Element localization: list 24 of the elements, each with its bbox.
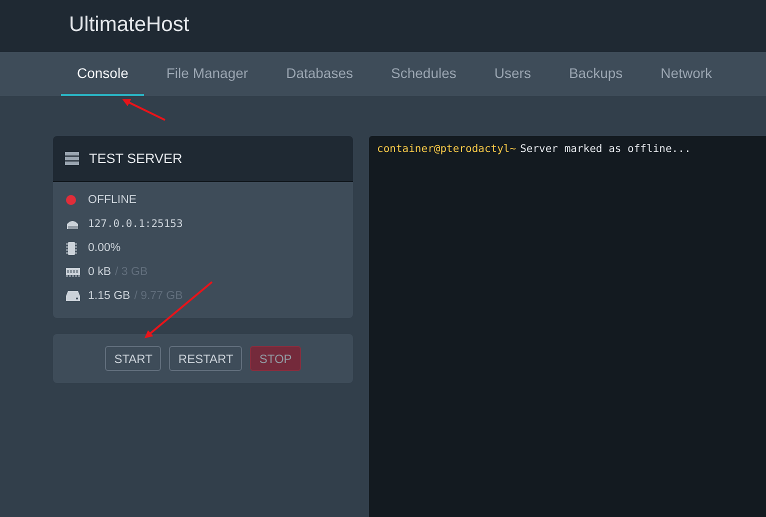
status-text: OFFLINE — [88, 194, 137, 206]
nav-tab[interactable]: Network — [644, 52, 728, 96]
server-name: TEST SERVER — [89, 151, 182, 166]
network-icon — [66, 219, 79, 229]
memory-usage: 0 kB — [88, 266, 112, 278]
console-output: Server marked as offline... — [520, 143, 691, 155]
memory-icon — [66, 268, 80, 276]
nav-tab[interactable]: File Manager — [150, 52, 264, 96]
nav-tab[interactable]: Backups — [552, 52, 639, 96]
annotation-arrow — [122, 99, 166, 121]
brand-title[interactable]: UltimateHost — [69, 0, 190, 50]
power-button[interactable]: START — [105, 346, 162, 371]
cpu-usage: 0.00% — [88, 242, 121, 254]
nav-tab[interactable]: Users — [478, 52, 547, 96]
server-icon — [65, 152, 79, 165]
address-text: 127.0.0.1:25153 — [88, 218, 183, 230]
nav-tab[interactable]: Console — [61, 52, 144, 96]
disk-usage: 1.15 GB — [88, 290, 130, 302]
chip-icon — [66, 242, 77, 254]
hard-drive-icon — [66, 291, 80, 301]
nav-tab[interactable]: Schedules — [375, 52, 472, 96]
nav-tab[interactable]: Databases — [270, 52, 370, 96]
power-button[interactable]: RESTART — [169, 346, 242, 371]
console-prompt: container@pterodactyl~ — [377, 143, 516, 155]
